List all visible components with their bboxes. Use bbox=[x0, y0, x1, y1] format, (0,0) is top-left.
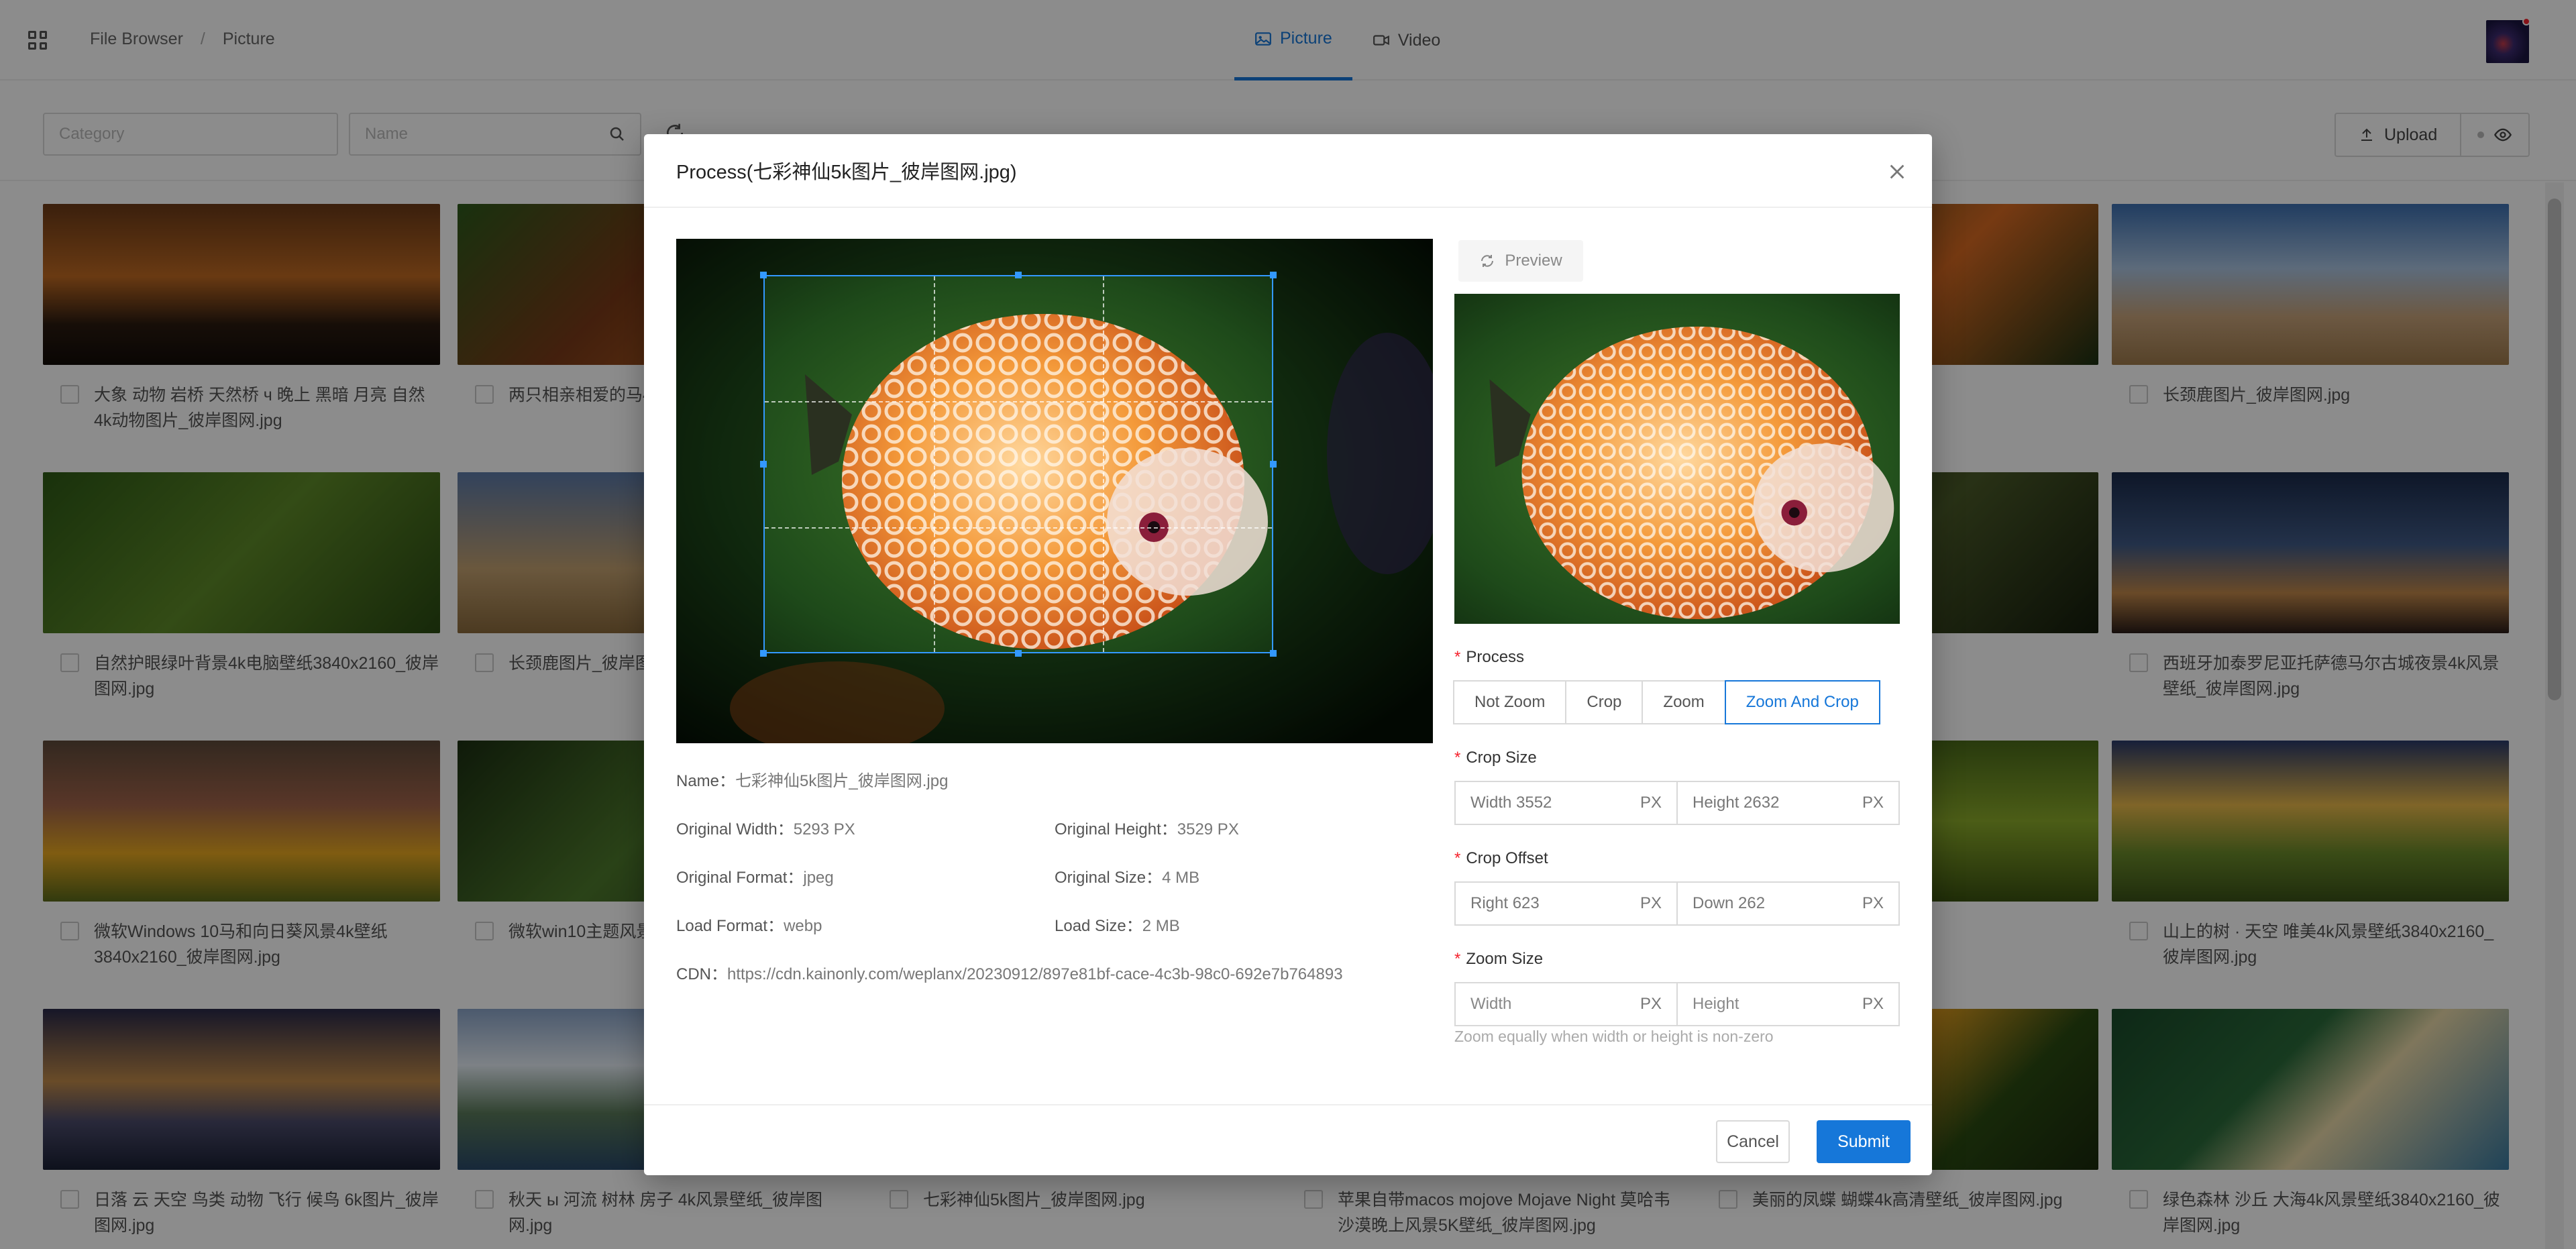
required-mark: * bbox=[1454, 648, 1461, 666]
zoom-height-input[interactable]: Height PX bbox=[1676, 982, 1900, 1026]
process-option-crop[interactable]: Crop bbox=[1565, 680, 1644, 724]
crop-offset-fields: Right 623 PX Down 262 PX bbox=[1454, 881, 1900, 926]
required-mark: * bbox=[1454, 950, 1461, 968]
crop-guide-line bbox=[1103, 276, 1104, 652]
crop-handle-top[interactable] bbox=[1015, 272, 1022, 278]
crop-handle-top-left[interactable] bbox=[760, 272, 767, 278]
process-label: * Process bbox=[1454, 648, 1524, 667]
info-original-size: Original Size：4 MB bbox=[1055, 864, 1199, 887]
crop-offset-label-text: Crop Offset bbox=[1466, 849, 1548, 867]
crop-offset-label: * Crop Offset bbox=[1454, 849, 1548, 868]
process-option-not-zoom[interactable]: Not Zoom bbox=[1453, 680, 1567, 724]
info-load-format-value: webp bbox=[784, 917, 822, 935]
zoom-width-input[interactable]: Width PX bbox=[1454, 982, 1678, 1026]
submit-button[interactable]: Submit bbox=[1817, 1120, 1911, 1163]
offset-right-input[interactable]: Right 623 PX bbox=[1454, 881, 1678, 926]
unit-label: PX bbox=[1640, 794, 1662, 812]
crop-height-value: Height 2632 bbox=[1693, 794, 1780, 812]
zoom-size-label-text: Zoom Size bbox=[1466, 950, 1544, 968]
crop-handle-bottom-left[interactable] bbox=[760, 650, 767, 657]
unit-label: PX bbox=[1862, 995, 1884, 1013]
unit-label: PX bbox=[1862, 894, 1884, 912]
preview-label: Preview bbox=[1505, 252, 1562, 270]
preview-image bbox=[1454, 294, 1900, 624]
zoom-size-fields: Width PX Height PX bbox=[1454, 982, 1900, 1026]
crop-size-fields: Width 3552 PX Height 2632 PX bbox=[1454, 781, 1900, 825]
crop-width-value: Width 3552 bbox=[1470, 794, 1552, 812]
info-original-format: Original Format：jpeg bbox=[676, 864, 834, 887]
unit-label: PX bbox=[1640, 995, 1662, 1013]
modal-footer: Cancel Submit bbox=[644, 1104, 1932, 1175]
crop-guide-line bbox=[934, 276, 935, 652]
crop-handle-bottom[interactable] bbox=[1015, 650, 1022, 657]
preview-fish-image bbox=[1454, 294, 1900, 624]
process-option-zoom[interactable]: Zoom bbox=[1642, 680, 1726, 724]
process-segmented: Not Zoom Crop Zoom Zoom And Crop bbox=[1453, 680, 1880, 724]
info-original-width: Original Width：5293 PX bbox=[676, 816, 855, 839]
zoom-width-placeholder: Width bbox=[1470, 995, 1512, 1013]
required-mark: * bbox=[1454, 849, 1461, 867]
required-mark: * bbox=[1454, 749, 1461, 767]
info-load-size-label: Load Size： bbox=[1055, 917, 1142, 935]
crop-selection[interactable] bbox=[763, 275, 1273, 653]
crop-handle-left[interactable] bbox=[760, 461, 767, 468]
offset-down-value: Down 262 bbox=[1693, 894, 1766, 912]
crop-guide-line bbox=[765, 527, 1272, 529]
crop-handle-top-right[interactable] bbox=[1270, 272, 1277, 278]
modal-header: Process(七彩神仙5k图片_彼岸图网.jpg) bbox=[644, 134, 1932, 208]
info-cdn: CDN：https://cdn.kainonly.com/weplanx/202… bbox=[676, 961, 1343, 984]
info-original-format-value: jpeg bbox=[803, 869, 834, 887]
offset-down-input[interactable]: Down 262 PX bbox=[1676, 881, 1900, 926]
crop-editor[interactable] bbox=[676, 239, 1433, 743]
info-original-width-label: Original Width： bbox=[676, 820, 794, 838]
info-cdn-link[interactable]: https://cdn.kainonly.com/weplanx/2023091… bbox=[727, 965, 1343, 983]
crop-size-label-text: Crop Size bbox=[1466, 749, 1537, 767]
info-name-value: 七彩神仙5k图片_彼岸图网.jpg bbox=[735, 772, 949, 790]
preview-button[interactable]: Preview bbox=[1458, 240, 1583, 282]
info-load-format-label: Load Format： bbox=[676, 917, 784, 935]
crop-size-label: * Crop Size bbox=[1454, 749, 1537, 767]
info-original-size-value: 4 MB bbox=[1162, 869, 1200, 887]
crop-handle-right[interactable] bbox=[1270, 461, 1277, 468]
info-original-height-label: Original Height： bbox=[1055, 820, 1177, 838]
info-load-size-value: 2 MB bbox=[1142, 917, 1180, 935]
crop-handle-bottom-right[interactable] bbox=[1270, 650, 1277, 657]
cancel-button[interactable]: Cancel bbox=[1716, 1120, 1790, 1163]
unit-label: PX bbox=[1640, 894, 1662, 912]
process-option-zoom-and-crop[interactable]: Zoom And Crop bbox=[1724, 680, 1880, 724]
info-name: Name：七彩神仙5k图片_彼岸图网.jpg bbox=[676, 767, 948, 791]
zoom-hint: Zoom equally when width or height is non… bbox=[1454, 1028, 1774, 1045]
modal-title: Process(七彩神仙5k图片_彼岸图网.jpg) bbox=[676, 162, 1017, 183]
sync-icon bbox=[1481, 255, 1494, 267]
crop-guide-line bbox=[765, 401, 1272, 402]
zoom-size-label: * Zoom Size bbox=[1454, 950, 1543, 969]
info-original-size-label: Original Size： bbox=[1055, 869, 1163, 887]
process-modal: Process(七彩神仙5k图片_彼岸图网.jpg) Name：七彩神仙5k图片… bbox=[644, 134, 1932, 1175]
close-icon[interactable] bbox=[1888, 162, 1907, 181]
info-original-height-value: 3529 PX bbox=[1177, 820, 1239, 838]
info-original-format-label: Original Format： bbox=[676, 869, 804, 887]
offset-right-value: Right 623 bbox=[1470, 894, 1540, 912]
info-load-format: Load Format：webp bbox=[676, 912, 822, 936]
info-cdn-label: CDN： bbox=[676, 965, 727, 983]
info-load-size: Load Size：2 MB bbox=[1055, 912, 1180, 936]
info-original-width-value: 5293 PX bbox=[793, 820, 855, 838]
info-name-label: Name： bbox=[676, 772, 736, 790]
crop-height-input[interactable]: Height 2632 PX bbox=[1676, 781, 1900, 825]
info-original-height: Original Height：3529 PX bbox=[1055, 816, 1239, 839]
process-label-text: Process bbox=[1466, 648, 1525, 666]
crop-width-input[interactable]: Width 3552 PX bbox=[1454, 781, 1678, 825]
zoom-height-placeholder: Height bbox=[1693, 995, 1739, 1013]
unit-label: PX bbox=[1862, 794, 1884, 812]
crop-selection-image bbox=[765, 276, 1272, 652]
